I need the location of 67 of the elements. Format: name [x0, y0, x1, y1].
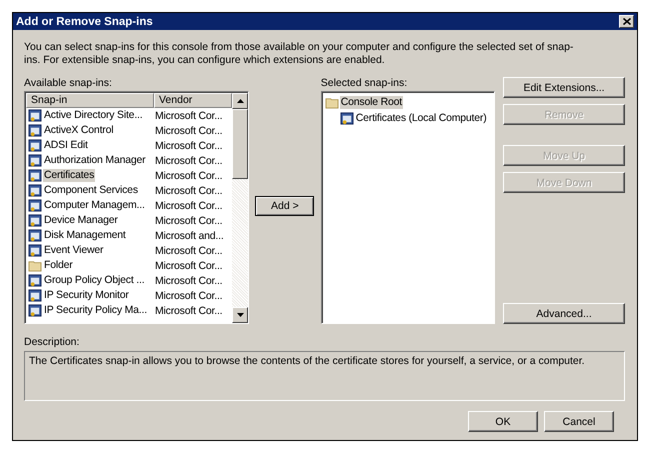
table-cell: Microsoft Cor... — [154, 110, 222, 122]
window-icon — [28, 304, 42, 317]
table-cell: Microsoft Cor... — [154, 184, 222, 196]
description-label: Description: — [24, 336, 80, 349]
window-icon — [28, 289, 42, 302]
list-item[interactable]: Group Policy Object ... — [43, 274, 146, 287]
side-button[interactable]: Advanced... — [503, 303, 626, 324]
list-item[interactable]: Event Viewer — [43, 244, 104, 257]
list-item[interactable]: Disk Management — [43, 229, 127, 242]
list-item[interactable]: IP Security Policy Ma... — [43, 304, 148, 317]
side-button[interactable]: Edit Extensions... — [503, 77, 626, 98]
column-header[interactable]: Snap-in — [26, 93, 154, 108]
close-button[interactable] — [619, 15, 634, 28]
list-item[interactable]: Component Services — [43, 184, 139, 197]
scroll-up-button[interactable] — [232, 93, 248, 109]
window-icon — [28, 214, 42, 227]
table-cell: Microsoft Cor... — [154, 214, 222, 226]
table-cell: Microsoft Cor... — [154, 244, 222, 256]
window-icon — [28, 154, 42, 167]
table-cell: Microsoft Cor... — [154, 200, 222, 212]
description-box: The Certificates snap-in allows you to browse the contents of the certificate stores for yourself, a service, or a computer. — [24, 351, 625, 401]
column-header[interactable]: Vendor — [154, 93, 232, 108]
table-cell: Microsoft Cor... — [154, 124, 222, 136]
list-item[interactable]: Device Manager — [43, 214, 119, 227]
window-icon — [340, 112, 354, 124]
window-icon — [28, 199, 42, 212]
list-item[interactable]: Computer Managem... — [43, 199, 146, 212]
scroll-thumb[interactable] — [232, 109, 248, 179]
table-cell: Microsoft Cor... — [154, 304, 222, 316]
scroll-down-button[interactable] — [232, 307, 248, 323]
list-item[interactable]: ActiveX Control — [43, 124, 114, 137]
window-icon — [28, 184, 42, 197]
table-cell: Microsoft Cor... — [154, 140, 222, 152]
list-item[interactable]: ADSI Edit — [43, 139, 89, 152]
dialog-button[interactable]: Cancel — [544, 411, 614, 432]
window-icon — [28, 244, 42, 257]
caret-down-icon — [236, 313, 244, 317]
table-cell: Microsoft Cor... — [154, 170, 222, 182]
scrollbar[interactable] — [232, 92, 248, 323]
list-item[interactable]: Active Directory Site... — [43, 109, 144, 122]
caret-up-icon — [236, 99, 244, 103]
folder-icon — [28, 259, 42, 272]
table-cell: Microsoft Cor... — [154, 154, 222, 166]
list-item[interactable]: Authorization Manager — [43, 154, 146, 167]
tree-item[interactable]: Certificates (Local Computer) — [354, 112, 488, 124]
list-item[interactable]: IP Security Monitor — [43, 289, 130, 302]
window-icon — [28, 274, 42, 287]
window-icon — [28, 124, 42, 137]
table-cell: Microsoft Cor... — [154, 274, 222, 286]
list-item[interactable]: Certificates — [43, 169, 96, 182]
table-cell: Microsoft Cor... — [154, 260, 222, 272]
table-cell: Microsoft and... — [154, 230, 224, 242]
window-icon — [28, 139, 42, 152]
dialog-button[interactable]: OK — [468, 411, 538, 432]
folder-icon — [324, 96, 339, 108]
window-icon — [28, 109, 42, 122]
window-icon — [28, 169, 42, 182]
list-item[interactable]: Folder — [43, 259, 74, 272]
list-label: Available snap-ins: — [24, 77, 113, 90]
window-title: Add or Remove Snap-ins — [16, 16, 153, 28]
close-icon — [622, 18, 630, 25]
tree-item[interactable]: Console Root — [340, 96, 403, 108]
add-button[interactable]: Add > — [255, 196, 314, 216]
window-icon — [28, 229, 42, 242]
intro-text: You can select snap-ins for this console from those available on your computer and configure the selected set of snap-ins. For extensible snap-ins, you can configure which extensions are enabled. — [24, 41, 574, 67]
list-label: Selected snap-ins: — [320, 77, 408, 90]
table-cell: Microsoft Cor... — [154, 290, 222, 302]
